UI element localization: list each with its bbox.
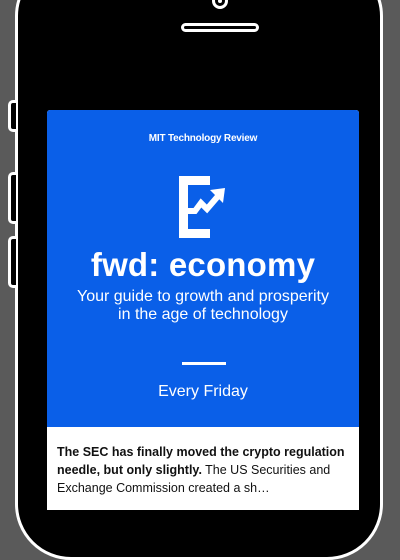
volume-down-button	[8, 236, 16, 288]
divider	[182, 362, 226, 365]
subtitle-line-1: Your guide to growth and prosperity	[76, 288, 329, 305]
front-camera	[212, 0, 228, 9]
e-arrow-logo-icon	[179, 176, 225, 238]
silent-switch	[8, 100, 16, 132]
article-snippet: The SEC has finally moved the crypto reg…	[57, 443, 351, 497]
volume-up-button	[8, 172, 16, 224]
subtitle-line-2: in the age of technology	[118, 306, 288, 323]
newsletter-header: MIT Technology Review fwd: economy Your …	[47, 110, 359, 427]
newsletter-subtitle: Your guide to growth and prosperity in t…	[57, 288, 349, 324]
newsletter-title: fwd: economy	[90, 246, 316, 283]
earpiece-speaker	[181, 23, 259, 32]
phone-screen: MIT Technology Review fwd: economy Your …	[47, 110, 359, 510]
brand-name: MIT Technology Review	[148, 133, 258, 144]
publish-frequency: Every Friday	[158, 383, 248, 400]
